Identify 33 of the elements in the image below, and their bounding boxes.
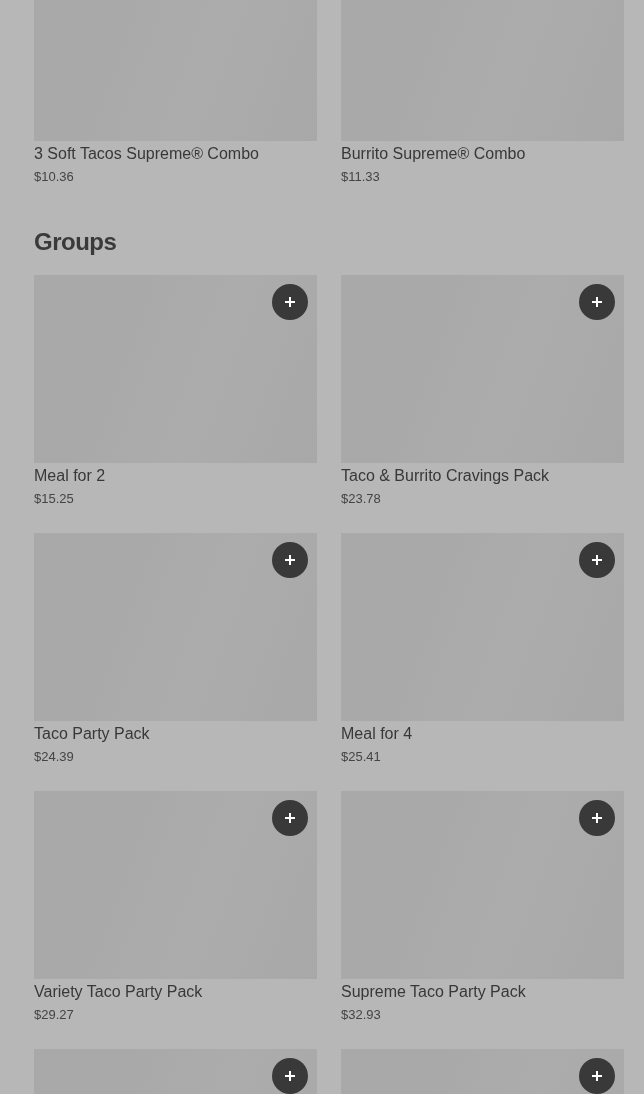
add-button[interactable] bbox=[579, 542, 615, 578]
plus-icon bbox=[284, 554, 296, 566]
item-name: 3 Soft Tacos Supreme® Combo bbox=[34, 144, 260, 164]
item-name: Taco Party Pack bbox=[34, 724, 151, 744]
add-button[interactable] bbox=[272, 1058, 308, 1094]
plus-icon bbox=[591, 1070, 603, 1082]
item-price: $25.41 bbox=[341, 748, 382, 766]
item-price: $23.78 bbox=[341, 490, 382, 508]
plus-icon bbox=[284, 1070, 296, 1082]
item-name: Meal for 2 bbox=[34, 466, 107, 486]
item-name: Meal for 4 bbox=[341, 724, 414, 744]
item-price: $10.36 bbox=[34, 168, 75, 186]
item-price: $32.93 bbox=[341, 1006, 382, 1024]
plus-icon bbox=[591, 812, 603, 824]
plus-icon bbox=[591, 296, 603, 308]
item-price: $24.39 bbox=[34, 748, 75, 766]
item-name: Variety Taco Party Pack bbox=[34, 982, 204, 1002]
add-button[interactable] bbox=[579, 800, 615, 836]
item-name: Burrito Supreme® Combo bbox=[341, 144, 527, 164]
item-name: Taco & Burrito Cravings Pack bbox=[341, 466, 551, 486]
add-button[interactable] bbox=[579, 1058, 615, 1094]
section-heading: Groups bbox=[34, 227, 118, 257]
item-price: $15.25 bbox=[34, 490, 75, 508]
item-name: Supreme Taco Party Pack bbox=[341, 982, 527, 1002]
add-button[interactable] bbox=[579, 284, 615, 320]
plus-icon bbox=[284, 296, 296, 308]
add-button[interactable] bbox=[272, 542, 308, 578]
plus-icon bbox=[284, 812, 296, 824]
item-price: $29.27 bbox=[34, 1006, 75, 1024]
add-button[interactable] bbox=[272, 284, 308, 320]
item-price: $11.33 bbox=[341, 168, 381, 186]
plus-icon bbox=[591, 554, 603, 566]
add-button[interactable] bbox=[272, 800, 308, 836]
